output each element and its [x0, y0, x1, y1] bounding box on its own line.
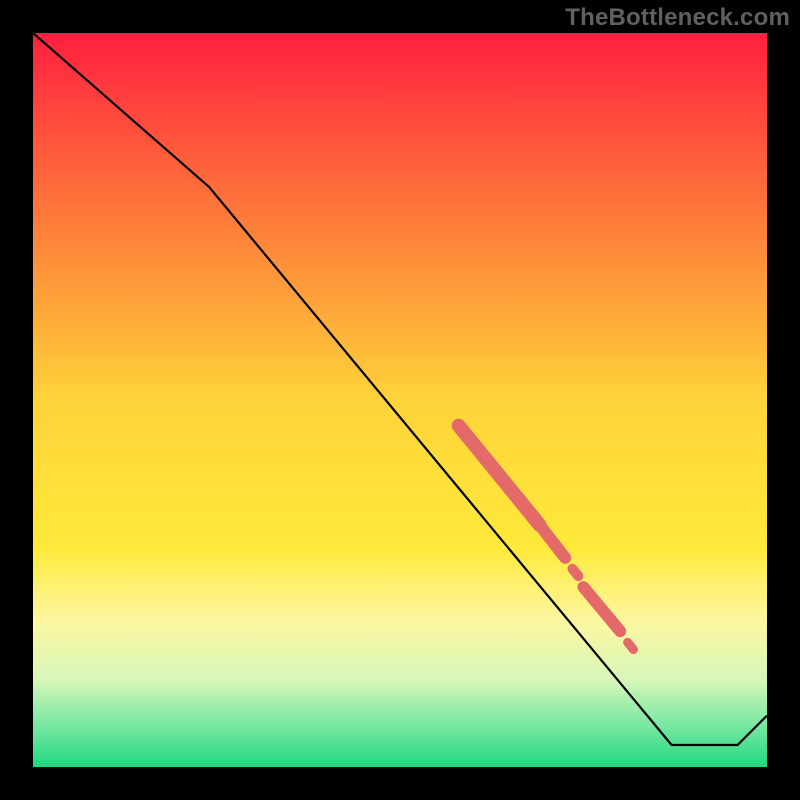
dot-lower	[628, 642, 634, 649]
dot-mid	[572, 569, 578, 576]
chart-stage: TheBottleneck.com	[0, 0, 800, 800]
gradient-plot-area	[33, 33, 767, 767]
watermark-text: TheBottleneck.com	[565, 4, 790, 32]
bottleneck-chart	[0, 0, 800, 800]
